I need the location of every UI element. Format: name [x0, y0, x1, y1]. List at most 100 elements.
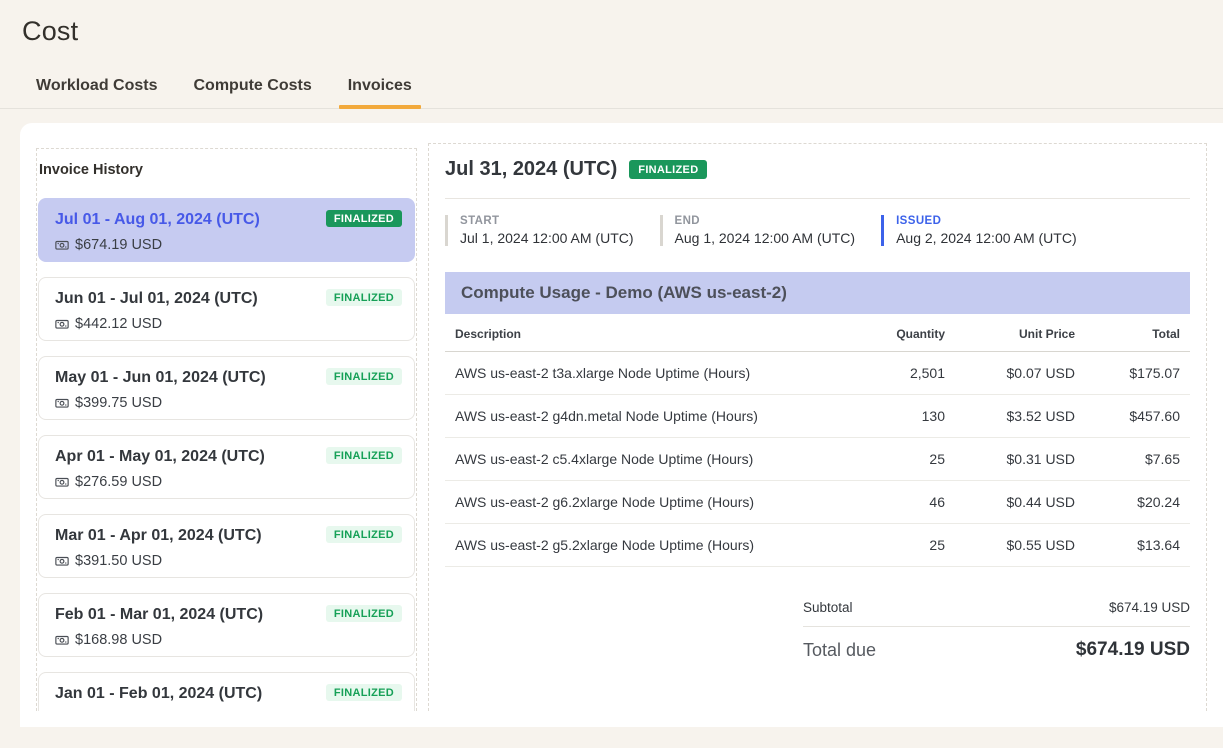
usage-table-row: AWS us-east-2 g4dn.metal Node Uptime (Ho…: [445, 395, 1190, 438]
main-panel: Invoice History Jul 01 - Aug 01, 2024 (U…: [20, 123, 1223, 727]
usage-total: $20.24: [1075, 494, 1180, 510]
tab-compute-costs[interactable]: Compute Costs: [194, 77, 312, 108]
compute-usage-section-header: Compute Usage - Demo (AWS us-east-2): [445, 272, 1190, 314]
usage-quantity: 25: [815, 537, 945, 553]
invoice-status-badge: FINALIZED: [326, 447, 402, 464]
usage-total: $457.60: [1075, 408, 1180, 424]
usage-total: $7.65: [1075, 451, 1180, 467]
invoice-amount: $276.59 USD: [75, 474, 162, 490]
invoice-amount: $391.50 USD: [75, 553, 162, 569]
money-icon: [55, 633, 69, 647]
invoice-card[interactable]: May 01 - Jun 01, 2024 (UTC) FINALIZED $3…: [38, 356, 415, 420]
invoice-amount-row: $442.12 USD: [55, 316, 398, 332]
usage-total: $175.07: [1075, 365, 1180, 381]
usage-description: AWS us-east-2 c5.4xlarge Node Uptime (Ho…: [455, 451, 815, 467]
money-icon: [55, 396, 69, 410]
invoice-status-badge: FINALIZED: [629, 160, 707, 179]
page-title: Cost: [0, 0, 1223, 47]
usage-unit-price: $0.44 USD: [945, 494, 1075, 510]
money-icon: [55, 475, 69, 489]
meta-end-value: Aug 1, 2024 12:00 AM (UTC): [675, 230, 856, 246]
invoice-status-badge: FINALIZED: [326, 526, 402, 543]
invoice-card[interactable]: Jul 01 - Aug 01, 2024 (UTC) FINALIZED $6…: [38, 198, 415, 262]
invoice-card[interactable]: Apr 01 - May 01, 2024 (UTC) FINALIZED $2…: [38, 435, 415, 499]
invoice-meta-row: START Jul 1, 2024 12:00 AM (UTC) END Aug…: [445, 215, 1190, 246]
tab-workload-costs[interactable]: Workload Costs: [36, 77, 158, 108]
total-due-value: $674.19 USD: [1076, 639, 1190, 661]
usage-table-row: AWS us-east-2 t3a.xlarge Node Uptime (Ho…: [445, 352, 1190, 395]
invoice-history-panel: Invoice History Jul 01 - Aug 01, 2024 (U…: [36, 148, 417, 711]
totals-block: Subtotal $674.19 USD Total due $674.19 U…: [803, 591, 1190, 661]
usage-table-row: AWS us-east-2 g5.2xlarge Node Uptime (Ho…: [445, 524, 1190, 567]
meta-start: START Jul 1, 2024 12:00 AM (UTC): [445, 215, 634, 246]
invoice-card[interactable]: Jan 01 - Feb 01, 2024 (UTC) FINALIZED $2…: [38, 672, 415, 711]
invoice-amount: $674.19 USD: [75, 237, 162, 253]
invoice-status-badge: FINALIZED: [326, 605, 402, 622]
invoice-history-heading: Invoice History: [39, 162, 415, 178]
meta-issued: ISSUED Aug 2, 2024 12:00 AM (UTC): [881, 215, 1077, 246]
invoice-period: May 01 - Jun 01, 2024 (UTC): [55, 369, 266, 387]
money-icon: [55, 554, 69, 568]
meta-end: END Aug 1, 2024 12:00 AM (UTC): [660, 215, 856, 246]
invoice-detail-title: Jul 31, 2024 (UTC): [445, 158, 617, 181]
column-header-description: Description: [455, 327, 815, 341]
column-header-unit-price: Unit Price: [945, 327, 1075, 341]
invoice-amount-row: $168.98 USD: [55, 632, 398, 648]
cost-tabs: Workload Costs Compute Costs Invoices: [0, 77, 1223, 109]
meta-start-label: START: [460, 215, 634, 227]
usage-description: AWS us-east-2 g6.2xlarge Node Uptime (Ho…: [455, 494, 815, 510]
usage-total: $13.64: [1075, 537, 1180, 553]
invoice-history-list: Jul 01 - Aug 01, 2024 (UTC) FINALIZED $6…: [38, 198, 415, 711]
usage-quantity: 2,501: [815, 365, 945, 381]
usage-description: AWS us-east-2 t3a.xlarge Node Uptime (Ho…: [455, 365, 815, 381]
invoice-status-badge: FINALIZED: [326, 289, 402, 306]
meta-issued-value: Aug 2, 2024 12:00 AM (UTC): [896, 230, 1077, 246]
invoice-status-badge: FINALIZED: [326, 210, 402, 227]
usage-description: AWS us-east-2 g4dn.metal Node Uptime (Ho…: [455, 408, 815, 424]
invoice-amount-row: $399.75 USD: [55, 395, 398, 411]
meta-issued-label: ISSUED: [896, 215, 1077, 227]
usage-table-body: AWS us-east-2 t3a.xlarge Node Uptime (Ho…: [445, 352, 1190, 567]
invoice-amount: $168.98 USD: [75, 632, 162, 648]
invoice-status-badge: FINALIZED: [326, 368, 402, 385]
usage-description: AWS us-east-2 g5.2xlarge Node Uptime (Ho…: [455, 537, 815, 553]
invoice-amount: $399.75 USD: [75, 395, 162, 411]
invoice-detail-header: Jul 31, 2024 (UTC) FINALIZED: [445, 158, 1190, 199]
total-due-label: Total due: [803, 640, 876, 661]
invoice-period: Apr 01 - May 01, 2024 (UTC): [55, 448, 265, 466]
usage-quantity: 25: [815, 451, 945, 467]
invoice-amount-row: $674.19 USD: [55, 237, 398, 253]
column-header-total: Total: [1075, 327, 1180, 341]
invoice-amount: $442.12 USD: [75, 316, 162, 332]
invoice-period: Jul 01 - Aug 01, 2024 (UTC): [55, 211, 260, 229]
total-due-row: Total due $674.19 USD: [803, 627, 1190, 661]
subtotal-label: Subtotal: [803, 600, 853, 615]
money-icon: [55, 317, 69, 331]
subtotal-row: Subtotal $674.19 USD: [803, 591, 1190, 627]
usage-quantity: 130: [815, 408, 945, 424]
usage-table-row: AWS us-east-2 g6.2xlarge Node Uptime (Ho…: [445, 481, 1190, 524]
invoice-status-badge: FINALIZED: [326, 684, 402, 701]
invoice-card[interactable]: Jun 01 - Jul 01, 2024 (UTC) FINALIZED $4…: [38, 277, 415, 341]
tab-invoices[interactable]: Invoices: [348, 77, 412, 108]
usage-unit-price: $0.55 USD: [945, 537, 1075, 553]
invoice-period: Jun 01 - Jul 01, 2024 (UTC): [55, 290, 258, 308]
invoice-period: Mar 01 - Apr 01, 2024 (UTC): [55, 527, 262, 545]
meta-start-value: Jul 1, 2024 12:00 AM (UTC): [460, 230, 634, 246]
usage-unit-price: $0.31 USD: [945, 451, 1075, 467]
invoice-card[interactable]: Mar 01 - Apr 01, 2024 (UTC) FINALIZED $3…: [38, 514, 415, 578]
column-header-quantity: Quantity: [815, 327, 945, 341]
usage-table: Description Quantity Unit Price Total AW…: [445, 316, 1190, 567]
usage-table-row: AWS us-east-2 c5.4xlarge Node Uptime (Ho…: [445, 438, 1190, 481]
usage-unit-price: $3.52 USD: [945, 408, 1075, 424]
invoice-amount-row: $391.50 USD: [55, 553, 398, 569]
invoice-detail-panel: Jul 31, 2024 (UTC) FINALIZED START Jul 1…: [428, 143, 1207, 711]
usage-quantity: 46: [815, 494, 945, 510]
usage-table-header-row: Description Quantity Unit Price Total: [445, 316, 1190, 352]
invoice-amount-row: $276.59 USD: [55, 474, 398, 490]
invoice-period: Feb 01 - Mar 01, 2024 (UTC): [55, 606, 263, 624]
money-icon: [55, 238, 69, 252]
invoice-card[interactable]: Feb 01 - Mar 01, 2024 (UTC) FINALIZED $1…: [38, 593, 415, 657]
usage-unit-price: $0.07 USD: [945, 365, 1075, 381]
meta-end-label: END: [675, 215, 856, 227]
